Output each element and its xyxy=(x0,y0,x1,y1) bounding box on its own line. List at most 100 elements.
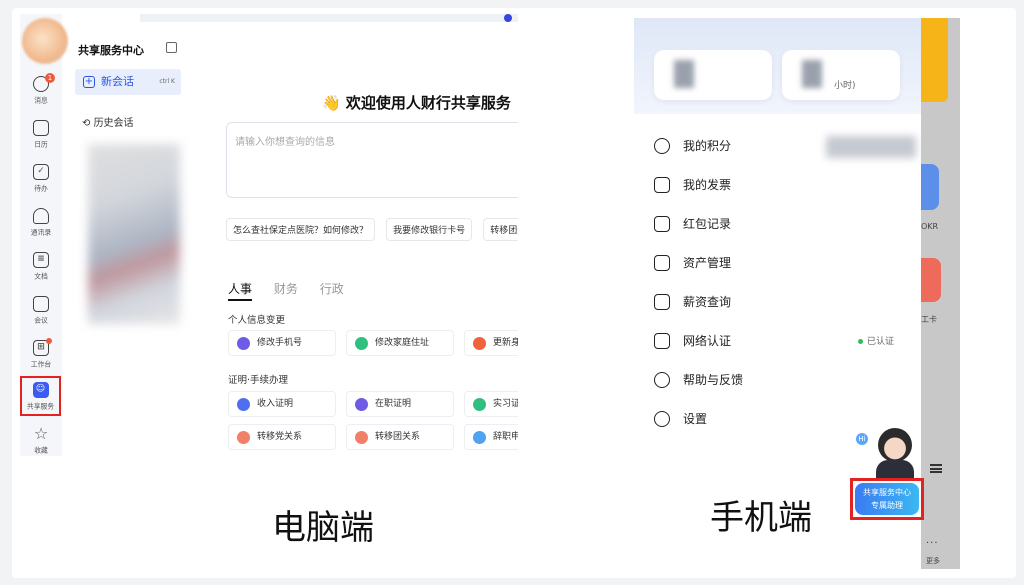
tab-finance[interactable]: 财务 xyxy=(274,280,298,297)
service-item[interactable]: 转移团关系 xyxy=(346,424,454,450)
more-dots-icon[interactable]: ··· xyxy=(926,538,939,549)
assistant-label-line1: 共享服务中心 xyxy=(863,488,911,497)
help-icon xyxy=(654,372,670,388)
menu-label: 帮助与反馈 xyxy=(683,373,744,387)
rail-item-calendar[interactable]: 日历 xyxy=(20,120,62,160)
quick-question-chip[interactable]: 转移团关系 xyxy=(483,218,518,241)
menu-label: 资产管理 xyxy=(683,256,732,270)
quick-question-chip[interactable]: 我要修改银行卡号 xyxy=(386,218,473,241)
section-title: 证明·手续办理 xyxy=(228,375,289,386)
menu-hamburger-icon[interactable] xyxy=(930,464,942,473)
star-icon: ☆ xyxy=(33,424,49,443)
quick-question-chip[interactable]: 怎么查社保定点医院？如何修改？ xyxy=(226,218,376,241)
service-item[interactable]: 转移党关系 xyxy=(228,424,336,450)
service-item[interactable]: 更新身 xyxy=(464,330,518,356)
rail-item-contacts[interactable]: 通讯录 xyxy=(20,208,62,248)
blurred-history-list xyxy=(88,144,180,324)
shortcut-hint: ctrl K xyxy=(159,78,175,85)
invoice-icon xyxy=(654,177,670,193)
menu-assets[interactable]: 资产管理 xyxy=(654,253,731,273)
session-sidebar: 共享服务中心 + 新会话 ctrl K ⟲ 历史会话 xyxy=(70,28,190,448)
home-icon xyxy=(355,337,368,350)
service-label: 修改家庭住址 xyxy=(375,338,430,348)
history-label: 历史会话 xyxy=(93,118,134,129)
stat-unit: 小时) xyxy=(834,81,856,91)
service-item[interactable]: 修改家庭住址 xyxy=(346,330,454,356)
input-placeholder: 请输入你想查询的信息 xyxy=(235,137,335,148)
menu-label: 红包记录 xyxy=(683,217,732,231)
service-item[interactable]: 修改手机号 xyxy=(228,330,336,356)
rail-item-documents[interactable]: ≡ 文档 xyxy=(20,252,62,292)
service-label: 转移党关系 xyxy=(257,432,303,442)
menu-help[interactable]: 帮助与反馈 xyxy=(654,370,743,390)
plus-icon: + xyxy=(83,76,95,88)
stat-card[interactable]: 小时) xyxy=(782,50,900,100)
service-label: 实习证 xyxy=(493,399,518,409)
rail-item-meeting[interactable]: 会议 xyxy=(20,296,62,336)
service-label: 更新身 xyxy=(493,338,518,348)
notification-dot xyxy=(46,338,52,344)
badge-app-icon xyxy=(921,258,941,302)
party-transfer-icon xyxy=(237,431,250,444)
rail-item-workbench[interactable]: ⊞ 工作台 xyxy=(20,338,62,380)
rail-label: 工作台 xyxy=(30,360,52,369)
league-transfer-icon xyxy=(355,431,368,444)
okr-app-icon xyxy=(921,164,939,210)
tab-hr[interactable]: 人事 xyxy=(228,280,253,301)
menu-red-packet[interactable]: 红包记录 xyxy=(654,214,731,234)
service-label: 辞职申 xyxy=(493,432,518,442)
quick-questions: 怎么查社保定点医院？如何修改？ 我要修改银行卡号 转移团关系 xyxy=(226,218,518,241)
stat-card[interactable] xyxy=(654,50,772,100)
history-sessions[interactable]: ⟲ 历史会话 xyxy=(82,114,134,129)
service-item[interactable]: 辞职申 xyxy=(464,424,518,450)
rail-item-shared-service[interactable]: ☺ 共享服务 xyxy=(20,376,61,416)
avatar[interactable] xyxy=(22,18,68,64)
mobile-caption: 手机端 xyxy=(710,498,812,538)
profile-header: 小时) xyxy=(634,18,921,114)
rail-item-todo[interactable]: ✓ 待办 xyxy=(20,164,62,204)
more-label: 更多 xyxy=(926,557,940,565)
rail-label: 通讯录 xyxy=(30,228,52,237)
query-input[interactable]: 请输入你想查询的信息 xyxy=(226,122,518,198)
menu-my-points[interactable]: 我的积分 xyxy=(654,136,731,156)
menu-settings[interactable]: 设置 xyxy=(654,409,707,429)
desktop-screenshot: 1 消息 日历 ✓ 待办 通讯录 ≡ 文档 会议 ⊞ 工作台 ☺ 共享服务 ☆ … xyxy=(20,14,518,456)
assistant-avatar[interactable] xyxy=(870,426,918,482)
network-icon xyxy=(654,333,670,349)
rail-label: 会议 xyxy=(34,316,48,325)
service-item[interactable]: 收入证明 xyxy=(228,391,336,417)
menu-label: 我的发票 xyxy=(683,178,732,192)
collapse-sidebar-icon[interactable] xyxy=(166,42,177,53)
verified-status: 已认证 xyxy=(858,334,894,347)
okr-label: OKR xyxy=(921,222,939,231)
history-icon: ⟲ xyxy=(82,118,94,129)
new-chat-button[interactable]: + 新会话 ctrl K xyxy=(75,69,181,95)
service-label: 修改手机号 xyxy=(257,338,303,348)
menu-label: 我的积分 xyxy=(683,139,732,153)
service-item[interactable]: 实习证 xyxy=(464,391,518,417)
income-icon xyxy=(237,398,250,411)
rail-item-favorites[interactable]: ☆ 收藏 xyxy=(20,426,62,456)
contacts-icon xyxy=(33,208,49,224)
menu-my-invoices[interactable]: 我的发票 xyxy=(654,175,731,195)
rail-item-messages[interactable]: 1 消息 xyxy=(20,73,62,116)
menu-salary[interactable]: 薪资查询 xyxy=(654,292,731,312)
calendar-icon xyxy=(33,120,49,136)
blurred-value xyxy=(802,60,822,88)
shared-service-icon: ☺ xyxy=(32,382,49,398)
rail-label: 文档 xyxy=(34,272,48,281)
document-icon: ≡ xyxy=(33,252,49,268)
red-packet-icon xyxy=(654,216,670,232)
tab-admin[interactable]: 行政 xyxy=(320,280,344,297)
assistant-head xyxy=(878,428,912,462)
hi-bubble: Hi xyxy=(856,433,868,445)
shared-service-assistant-button[interactable]: 共享服务中心 专属助理 xyxy=(850,478,924,520)
meeting-icon xyxy=(33,296,49,312)
menu-network-auth[interactable]: 网络认证 xyxy=(654,331,731,351)
assistant-label-line2: 专属助理 xyxy=(871,501,903,510)
service-item[interactable]: 在职证明 xyxy=(346,391,454,417)
yellow-card xyxy=(921,18,948,102)
id-card-icon xyxy=(473,337,486,350)
badge-label: 工卡 xyxy=(921,315,937,324)
welcome-heading: 👋 欢迎使用人财行共享服务 xyxy=(322,94,511,112)
